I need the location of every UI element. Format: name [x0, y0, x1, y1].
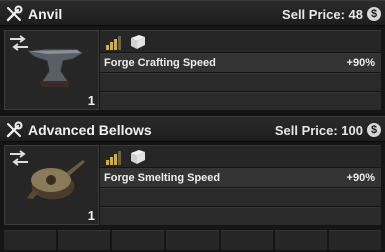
item-slot-anvil[interactable]: 1 [4, 30, 99, 110]
empty-slot [58, 230, 111, 250]
empty-slot-bar [4, 230, 381, 250]
wrench-screwdriver-icon [6, 121, 23, 138]
stat-label: Forge Smelting Speed [104, 172, 221, 184]
wrench-screwdriver-icon [6, 5, 23, 22]
item-title: Advanced Bellows [28, 122, 152, 138]
coin-icon: $ [367, 7, 381, 21]
tier-bars-icon [106, 36, 121, 50]
sell-price: Sell Price: 48 [282, 7, 363, 22]
book-icon [131, 150, 145, 164]
empty-slot [274, 230, 327, 250]
stat-value: +90% [346, 57, 375, 69]
empty-slot [166, 230, 219, 250]
item-icons-row [100, 145, 381, 167]
item-quantity: 1 [87, 93, 95, 108]
bellows-icon [27, 160, 85, 201]
empty-stat-row [100, 188, 381, 206]
sell-price: Sell Price: 100 [274, 123, 363, 138]
item-header-advanced-bellows: Advanced Bellows Sell Price: 100 $ [0, 116, 385, 142]
empty-stat-row [100, 73, 381, 91]
anvil-icon [25, 48, 84, 87]
stat-label: Forge Crafting Speed [104, 57, 216, 69]
item-slot-advanced-bellows[interactable]: 1 [4, 145, 99, 225]
empty-slot [4, 230, 57, 250]
stat-row: Forge Smelting Speed +90% [100, 168, 381, 187]
empty-slot [328, 230, 381, 250]
item-header-anvil: Anvil Sell Price: 48 $ [0, 0, 385, 26]
stat-row: Forge Crafting Speed +90% [100, 53, 381, 72]
item-title: Anvil [28, 6, 63, 22]
item-icons-row [100, 30, 381, 52]
stat-value: +90% [346, 172, 375, 184]
book-icon [131, 35, 145, 49]
item-quantity: 1 [87, 208, 95, 223]
empty-stat-row [100, 207, 381, 225]
empty-stat-row [100, 92, 381, 110]
coin-icon: $ [367, 123, 381, 137]
empty-slot [220, 230, 273, 250]
tier-bars-icon [106, 151, 121, 165]
empty-slot [112, 230, 165, 250]
crafting-items-panel: Anvil Sell Price: 48 $ 1 Forge Crafting … [0, 0, 385, 252]
